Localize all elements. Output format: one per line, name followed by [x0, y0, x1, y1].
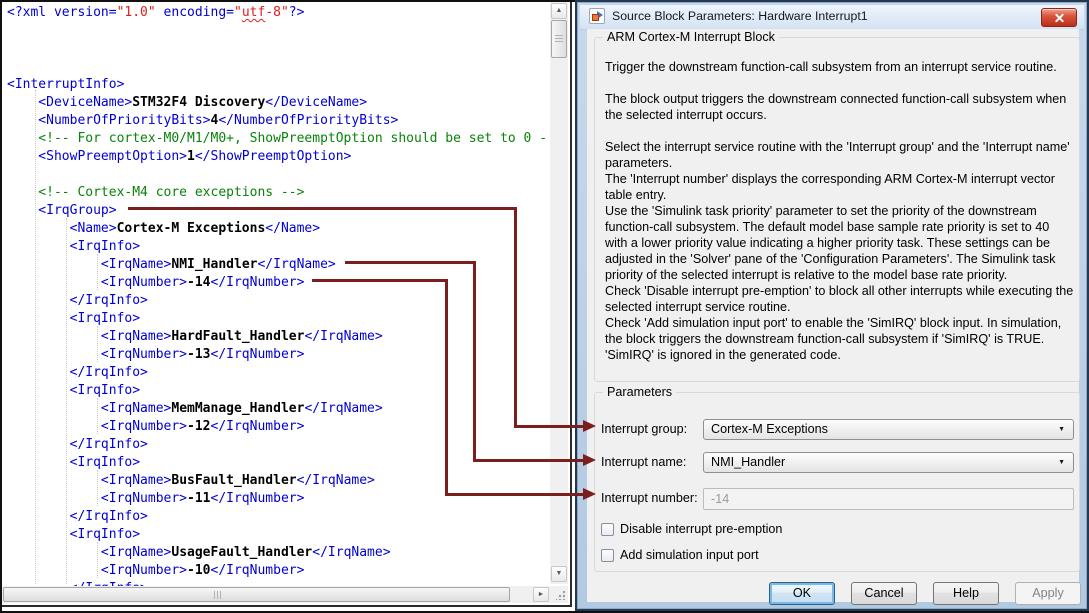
interrupt-number-label: Interrupt number:: [601, 488, 698, 509]
parameters-groupbox: Parameters Interrupt group: Cortex-M Exc…: [594, 392, 1080, 572]
arrow-irqname-line: [473, 459, 583, 462]
dialog-titlebar[interactable]: Source Block Parameters: Hardware Interr…: [580, 5, 1084, 30]
scroll-down-icon[interactable]: ▼: [551, 566, 567, 582]
cancel-button[interactable]: Cancel: [851, 582, 917, 605]
interrupt-group-dropdown[interactable]: Cortex-M Exceptions ▼: [703, 419, 1074, 440]
interrupt-number-row: Interrupt number: -14: [601, 488, 1074, 510]
arrow-irqnumber-line: [445, 493, 583, 496]
interrupt-group-value: Cortex-M Exceptions: [711, 420, 828, 439]
add-sim-input-label: Add simulation input port: [620, 548, 759, 563]
interrupt-name-row: Interrupt name: NMI_Handler ▼: [601, 452, 1074, 474]
block-parameters-icon: [589, 8, 605, 24]
close-icon[interactable]: [1041, 8, 1077, 27]
xml-editor-window: <?xml version="1.0" encoding="utf-8"?> <…: [0, 0, 572, 607]
arrow-irqname-head: [583, 454, 596, 466]
disable-preemption-label: Disable interrupt pre-emption: [620, 522, 782, 537]
horizontal-scrollbar[interactable]: ►: [2, 586, 550, 603]
section-title: ARM Cortex-M Interrupt Block: [603, 30, 779, 45]
dialog-title: Source Block Parameters: Hardware Interr…: [612, 9, 868, 23]
arrow-irqnumber-line: [445, 279, 448, 494]
dialog-body: ARM Cortex-M Interrupt Block Trigger the…: [587, 29, 1079, 602]
description-groupbox: ARM Cortex-M Interrupt Block Trigger the…: [594, 37, 1080, 382]
interrupt-group-label: Interrupt group:: [601, 419, 687, 440]
interrupt-number-value: -14: [711, 489, 729, 509]
interrupt-group-row: Interrupt group: Cortex-M Exceptions ▼: [601, 419, 1074, 441]
add-sim-input-checkbox[interactable]: [601, 549, 614, 562]
disable-preemption-checkbox[interactable]: [601, 523, 614, 536]
resize-grip: [550, 586, 568, 603]
arrow-irqnumber-line: [312, 279, 448, 282]
arrow-irqgroup-line: [514, 425, 583, 428]
screenshot-canvas: <?xml version="1.0" encoding="utf-8"?> <…: [0, 0, 1089, 613]
arrow-irqname-line: [473, 261, 476, 460]
block-description-text: Trigger the downstream function-call sub…: [605, 59, 1075, 363]
xml-code[interactable]: <?xml version="1.0" encoding="utf-8"?> <…: [2, 2, 553, 588]
arrow-irqgroup-line: [514, 207, 517, 428]
arrow-irqnumber-head: [583, 488, 596, 500]
parameters-group-label: Parameters: [603, 385, 676, 400]
chevron-down-icon: ▼: [1058, 426, 1065, 433]
scroll-right-icon[interactable]: ►: [533, 587, 549, 602]
arrow-irqgroup-head: [583, 420, 596, 432]
arrow-irqgroup-line: [128, 207, 517, 210]
arrow-irqname-line: [345, 261, 476, 264]
vertical-scrollbar[interactable]: ▲ ▼: [550, 2, 568, 584]
scroll-up-icon[interactable]: ▲: [551, 3, 567, 19]
apply-button: Apply: [1015, 582, 1081, 605]
chevron-down-icon: ▼: [1058, 459, 1065, 466]
interrupt-name-dropdown[interactable]: NMI_Handler ▼: [703, 452, 1074, 473]
source-block-parameters-dialog: Source Block Parameters: Hardware Interr…: [575, 0, 1089, 611]
interrupt-name-value: NMI_Handler: [711, 453, 785, 472]
vertical-scrollbar-thumb[interactable]: [551, 20, 567, 58]
ok-button[interactable]: OK: [769, 582, 835, 605]
horizontal-scrollbar-thumb[interactable]: [3, 587, 510, 602]
interrupt-number-field: -14: [703, 488, 1074, 510]
help-button[interactable]: Help: [933, 582, 999, 605]
interrupt-name-label: Interrupt name:: [601, 452, 686, 473]
